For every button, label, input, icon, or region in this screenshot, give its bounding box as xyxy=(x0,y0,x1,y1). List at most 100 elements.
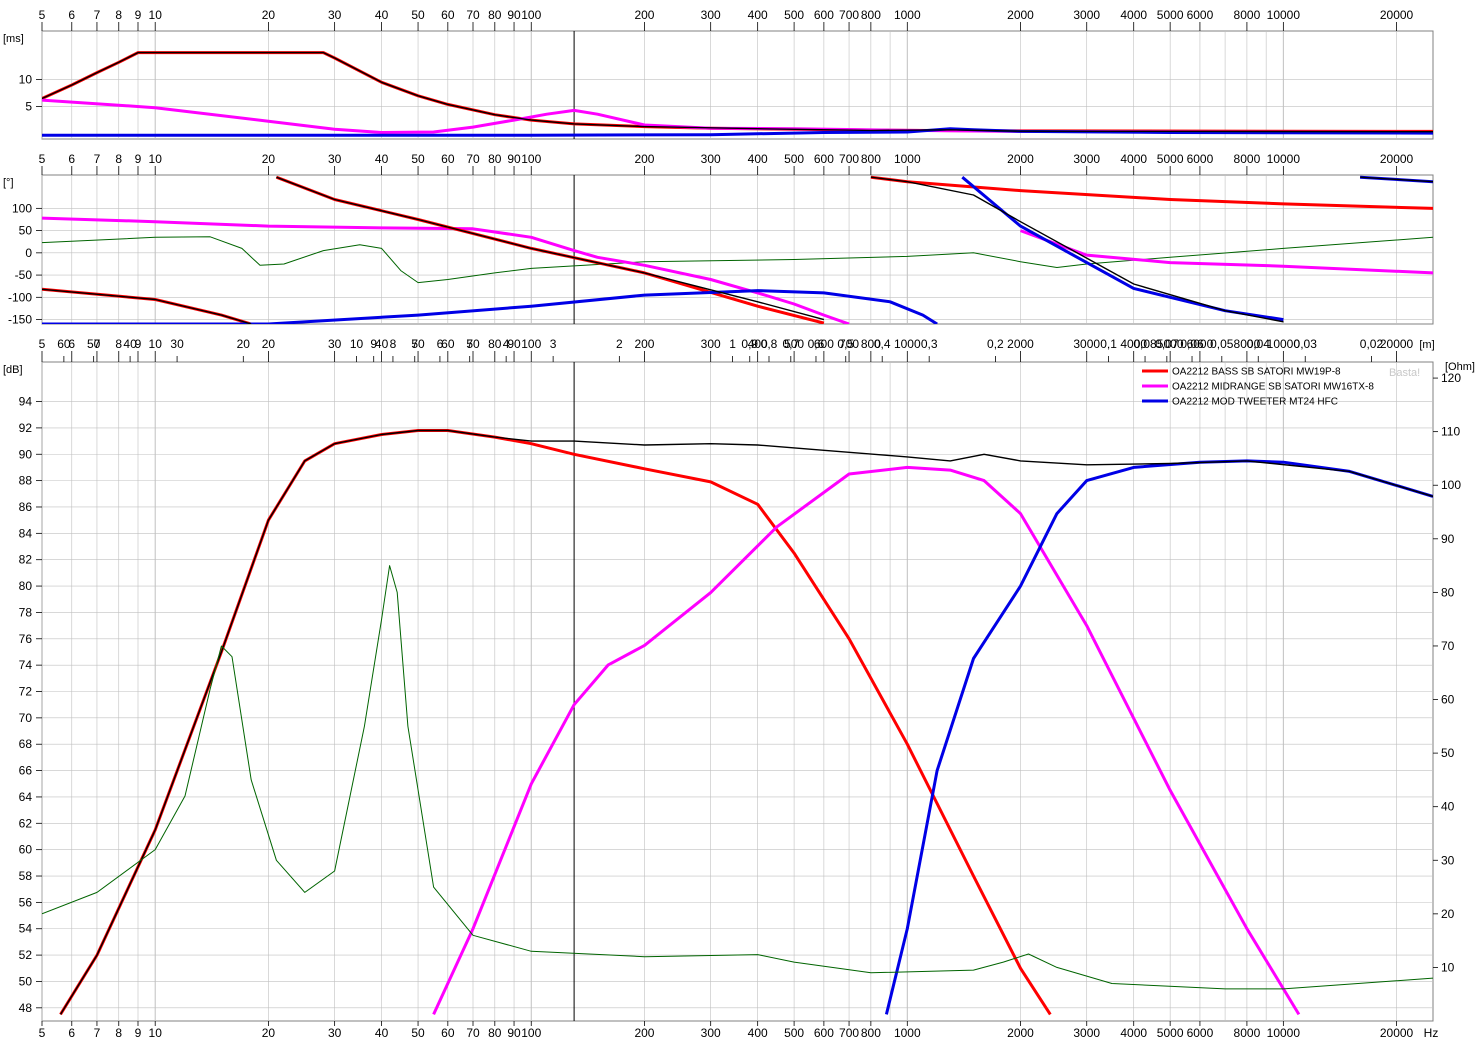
wavelength-tick-label: 6 xyxy=(437,337,444,351)
y-tick-label: 62 xyxy=(19,816,33,830)
y-tick-label: 92 xyxy=(19,421,33,435)
y2-tick-label: 80 xyxy=(1441,585,1455,599)
frequency-tick-label: 700 xyxy=(839,8,859,22)
frequency-tick-label: 400 xyxy=(748,8,768,22)
frequency-tick-label: 9 xyxy=(135,152,142,166)
frequency-tick-label: 300 xyxy=(701,1026,721,1040)
y-tick-label: 5 xyxy=(25,100,32,114)
frequency-tick-label: 6000 xyxy=(1187,1026,1214,1040)
y-tick-label: 48 xyxy=(19,1001,33,1015)
frequency-tick-label: 3000 xyxy=(1073,1026,1100,1040)
frequency-tick-label: 300 xyxy=(701,152,721,166)
frequency-tick-label: 1000 xyxy=(894,8,921,22)
frequency-tick-label: 5 xyxy=(39,8,46,22)
frequency-tick-label: 400 xyxy=(748,1026,768,1040)
frequency-tick-label: 8 xyxy=(115,152,122,166)
frequency-tick-label: 10000 xyxy=(1267,1026,1301,1040)
y-tick-label: 56 xyxy=(19,895,33,909)
y2-tick-label: 100 xyxy=(1441,478,1461,492)
frequency-tick-label: 700 xyxy=(839,1026,859,1040)
frequency-tick-label: 80 xyxy=(488,8,502,22)
frequency-tick-label: 90 xyxy=(507,8,521,22)
wavelength-tick-label: 2 xyxy=(616,337,623,351)
wavelength-tick-label: 1 xyxy=(729,337,736,351)
wavelength-tick-label: 4 xyxy=(503,337,510,351)
frequency-tick-label: 30 xyxy=(328,152,342,166)
y-tick-label: 84 xyxy=(19,526,33,540)
frequency-tick-label: 4000 xyxy=(1120,152,1147,166)
wavelength-tick-label: 0,04 xyxy=(1247,337,1271,351)
frequency-tick-label: 20 xyxy=(262,152,276,166)
y-tick-label: 76 xyxy=(19,632,33,646)
y-tick-label: 90 xyxy=(19,447,33,461)
frequency-tick-label: 20000 xyxy=(1380,337,1414,351)
wavelength-tick-label: 0,4 xyxy=(874,337,891,351)
frequency-tick-label: 5 xyxy=(39,152,46,166)
y2-tick-label: 20 xyxy=(1441,907,1455,921)
frequency-tick-label: 1000 xyxy=(894,152,921,166)
frequency-tick-label: 5000 xyxy=(1157,152,1184,166)
wavelength-tick-label: 8 xyxy=(390,337,397,351)
wavelength-tick-label: 20 xyxy=(237,337,251,351)
frequency-tick-label: 100 xyxy=(521,152,541,166)
frequency-tick-label: 50 xyxy=(411,8,425,22)
y2-tick-label: 110 xyxy=(1441,425,1460,439)
frequency-tick-label: 500 xyxy=(784,1026,804,1040)
wavelength-tick-label: 0,06 xyxy=(1180,337,1204,351)
y-axis-unit: [ms] xyxy=(3,33,24,45)
frequency-tick-label: 8 xyxy=(115,337,122,351)
wavelength-tick-label: 7 xyxy=(411,337,418,351)
frequency-tick-label: 20 xyxy=(262,8,276,22)
wavelength-tick-label: 0,9 xyxy=(741,337,758,351)
frequency-tick-label: 800 xyxy=(861,152,881,166)
wavelength-tick-label: 50 xyxy=(87,337,101,351)
frequency-tick-label: 2000 xyxy=(1007,152,1034,166)
frequency-tick-label: 70 xyxy=(466,8,480,22)
frequency-tick-label: 800 xyxy=(861,1026,881,1040)
frequency-tick-label: 40 xyxy=(375,8,389,22)
y-tick-label: 70 xyxy=(19,711,33,725)
frequency-tick-label: 6 xyxy=(68,1026,75,1040)
frequency-response-panel: 5 6 7 8 9 10 20 30 40 50 60 70 80 90 100 200 300 400 500 60… xyxy=(3,337,1475,1040)
y-tick-label: 82 xyxy=(19,553,33,567)
frequency-tick-label: 7 xyxy=(94,8,101,22)
y-tick-label: 86 xyxy=(19,500,33,514)
frequency-tick-label: 8000 xyxy=(1234,152,1261,166)
frequency-tick-label: 40 xyxy=(375,1026,389,1040)
y2-tick-label: 10 xyxy=(1441,960,1455,974)
wavelength-tick-label: 0,6 xyxy=(808,337,825,351)
frequency-tick-label: 200 xyxy=(634,8,654,22)
frequency-tick-label: 200 xyxy=(634,1026,654,1040)
y-tick-label: 64 xyxy=(19,790,33,804)
frequency-tick-label: 6 xyxy=(68,8,75,22)
wavelength-tick-label: 30 xyxy=(170,337,184,351)
frequency-tick-label: 200 xyxy=(634,337,654,351)
frequency-tick-label: 10000 xyxy=(1267,152,1301,166)
frequency-tick-label: 7 xyxy=(94,1026,101,1040)
frequency-tick-label: 600 xyxy=(814,8,834,22)
frequency-tick-label: 1000 xyxy=(894,337,921,351)
frequency-tick-label: 60 xyxy=(441,152,455,166)
frequency-tick-label: 6000 xyxy=(1187,8,1214,22)
wavelength-tick-label: 60 xyxy=(57,337,71,351)
frequency-tick-label: 90 xyxy=(507,1026,521,1040)
frequency-tick-label: 3000 xyxy=(1073,337,1100,351)
y-tick-label: 94 xyxy=(19,395,33,409)
frequency-tick-label: 70 xyxy=(466,1026,480,1040)
frequency-tick-label: 5000 xyxy=(1157,1026,1184,1040)
frequency-tick-label: 2000 xyxy=(1007,8,1034,22)
y-tick-label: 72 xyxy=(19,685,33,699)
frequency-tick-label: 20000 xyxy=(1380,8,1414,22)
frequency-tick-label: 10 xyxy=(149,152,163,166)
frequency-tick-label: 9 xyxy=(135,1026,142,1040)
frequency-tick-label: 5000 xyxy=(1157,8,1184,22)
frequency-tick-label: 700 xyxy=(839,152,859,166)
y2-tick-label: 70 xyxy=(1441,639,1455,653)
wavelength-tick-label: 0,5 xyxy=(837,337,854,351)
frequency-tick-label: 600 xyxy=(814,152,834,166)
frequency-tick-label: 8 xyxy=(115,1026,122,1040)
frequency-tick-label: 3000 xyxy=(1073,152,1100,166)
watermark-logo: Basta! xyxy=(1389,367,1420,379)
plot-area xyxy=(41,30,1434,140)
wavelength-axis-unit: [m] xyxy=(1419,339,1434,351)
